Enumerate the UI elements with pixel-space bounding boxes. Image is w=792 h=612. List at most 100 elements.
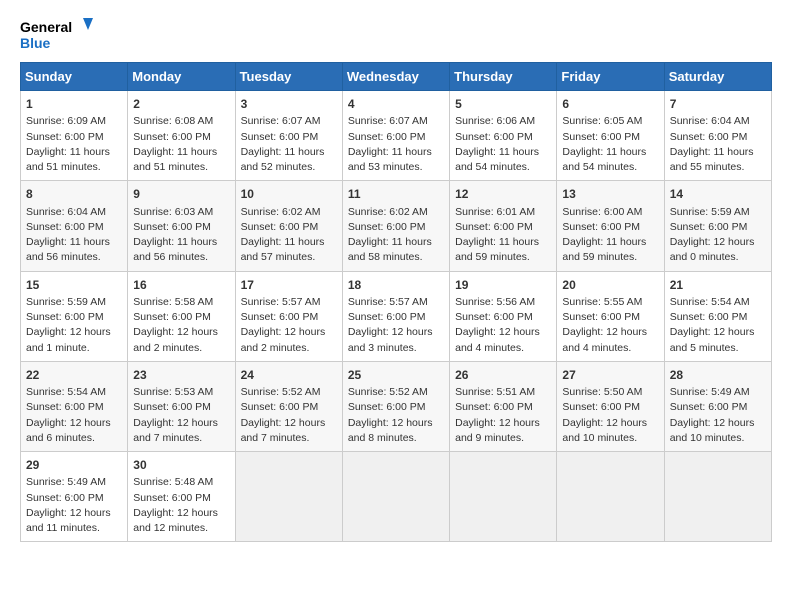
day-info-line: Daylight: 11 hours xyxy=(348,235,444,250)
day-number: 21 xyxy=(670,277,766,294)
day-info-line: Daylight: 12 hours xyxy=(670,235,766,250)
calendar-day-cell: 20Sunrise: 5:55 AMSunset: 6:00 PMDayligh… xyxy=(557,271,664,361)
day-info-line: and 51 minutes. xyxy=(26,160,122,175)
day-header-thursday: Thursday xyxy=(450,63,557,91)
day-info-line: Sunrise: 6:04 AM xyxy=(670,114,766,129)
day-info-line: and 5 minutes. xyxy=(670,341,766,356)
day-info-line: and 1 minute. xyxy=(26,341,122,356)
day-info-line: Sunrise: 5:49 AM xyxy=(26,475,122,490)
day-number: 15 xyxy=(26,277,122,294)
day-info-line: Sunrise: 6:03 AM xyxy=(133,205,229,220)
day-info-line: Sunset: 6:00 PM xyxy=(348,400,444,415)
day-number: 4 xyxy=(348,96,444,113)
day-info-line: Sunset: 6:00 PM xyxy=(670,130,766,145)
day-info-line: Daylight: 11 hours xyxy=(241,235,337,250)
day-number: 25 xyxy=(348,367,444,384)
calendar-day-cell: 28Sunrise: 5:49 AMSunset: 6:00 PMDayligh… xyxy=(664,361,771,451)
day-info-line: and 52 minutes. xyxy=(241,160,337,175)
calendar-day-cell xyxy=(557,452,664,542)
day-info-line: Sunrise: 5:51 AM xyxy=(455,385,551,400)
page: General Blue SundayMondayTuesdayWednesda… xyxy=(0,0,792,612)
day-info-line: Sunrise: 5:57 AM xyxy=(348,295,444,310)
day-info-line: and 10 minutes. xyxy=(562,431,658,446)
day-info-line: Sunset: 6:00 PM xyxy=(455,220,551,235)
day-info-line: Sunrise: 5:52 AM xyxy=(348,385,444,400)
day-info-line: Daylight: 12 hours xyxy=(455,325,551,340)
day-info-line: Sunset: 6:00 PM xyxy=(133,310,229,325)
day-info-line: Sunrise: 5:56 AM xyxy=(455,295,551,310)
day-info-line: and 55 minutes. xyxy=(670,160,766,175)
calendar-day-cell: 24Sunrise: 5:52 AMSunset: 6:00 PMDayligh… xyxy=(235,361,342,451)
calendar-day-cell xyxy=(342,452,449,542)
calendar-day-cell: 17Sunrise: 5:57 AMSunset: 6:00 PMDayligh… xyxy=(235,271,342,361)
calendar-day-cell xyxy=(664,452,771,542)
calendar-day-cell: 6Sunrise: 6:05 AMSunset: 6:00 PMDaylight… xyxy=(557,91,664,181)
day-number: 3 xyxy=(241,96,337,113)
day-info-line: Daylight: 12 hours xyxy=(26,506,122,521)
day-info-line: Sunset: 6:00 PM xyxy=(26,130,122,145)
logo: General Blue xyxy=(20,16,100,54)
day-info-line: and 59 minutes. xyxy=(455,250,551,265)
day-info-line: Sunrise: 6:07 AM xyxy=(241,114,337,129)
day-info-line: Sunrise: 5:59 AM xyxy=(26,295,122,310)
day-info-line: and 12 minutes. xyxy=(133,521,229,536)
day-number: 8 xyxy=(26,186,122,203)
day-info-line: Daylight: 12 hours xyxy=(26,416,122,431)
day-number: 28 xyxy=(670,367,766,384)
day-info-line: Sunset: 6:00 PM xyxy=(241,400,337,415)
day-info-line: Daylight: 11 hours xyxy=(562,145,658,160)
day-info-line: and 7 minutes. xyxy=(241,431,337,446)
day-info-line: Sunrise: 6:04 AM xyxy=(26,205,122,220)
calendar-day-cell: 14Sunrise: 5:59 AMSunset: 6:00 PMDayligh… xyxy=(664,181,771,271)
calendar-day-cell: 30Sunrise: 5:48 AMSunset: 6:00 PMDayligh… xyxy=(128,452,235,542)
day-header-wednesday: Wednesday xyxy=(342,63,449,91)
day-info-line: Sunset: 6:00 PM xyxy=(26,400,122,415)
day-info-line: Sunset: 6:00 PM xyxy=(26,310,122,325)
day-info-line: Sunset: 6:00 PM xyxy=(133,220,229,235)
calendar-day-cell: 29Sunrise: 5:49 AMSunset: 6:00 PMDayligh… xyxy=(21,452,128,542)
day-info-line: Sunrise: 6:09 AM xyxy=(26,114,122,129)
day-info-line: and 2 minutes. xyxy=(133,341,229,356)
calendar-day-cell: 19Sunrise: 5:56 AMSunset: 6:00 PMDayligh… xyxy=(450,271,557,361)
day-header-saturday: Saturday xyxy=(664,63,771,91)
day-info-line: and 3 minutes. xyxy=(348,341,444,356)
calendar-day-cell: 25Sunrise: 5:52 AMSunset: 6:00 PMDayligh… xyxy=(342,361,449,451)
day-info-line: Daylight: 12 hours xyxy=(241,325,337,340)
day-info-line: Sunrise: 6:06 AM xyxy=(455,114,551,129)
calendar-day-cell: 22Sunrise: 5:54 AMSunset: 6:00 PMDayligh… xyxy=(21,361,128,451)
day-info-line: Daylight: 12 hours xyxy=(670,416,766,431)
day-info-line: Daylight: 12 hours xyxy=(562,416,658,431)
day-number: 10 xyxy=(241,186,337,203)
day-number: 12 xyxy=(455,186,551,203)
day-number: 5 xyxy=(455,96,551,113)
day-number: 9 xyxy=(133,186,229,203)
calendar-day-cell: 11Sunrise: 6:02 AMSunset: 6:00 PMDayligh… xyxy=(342,181,449,271)
calendar-day-cell xyxy=(450,452,557,542)
day-number: 18 xyxy=(348,277,444,294)
calendar-day-cell: 3Sunrise: 6:07 AMSunset: 6:00 PMDaylight… xyxy=(235,91,342,181)
calendar-day-cell xyxy=(235,452,342,542)
day-info-line: and 59 minutes. xyxy=(562,250,658,265)
day-info-line: Daylight: 12 hours xyxy=(562,325,658,340)
calendar-day-cell: 7Sunrise: 6:04 AMSunset: 6:00 PMDaylight… xyxy=(664,91,771,181)
day-header-monday: Monday xyxy=(128,63,235,91)
day-info-line: Sunrise: 5:59 AM xyxy=(670,205,766,220)
day-info-line: Sunrise: 5:58 AM xyxy=(133,295,229,310)
day-info-line: Sunrise: 6:05 AM xyxy=(562,114,658,129)
day-info-line: Sunset: 6:00 PM xyxy=(348,220,444,235)
day-number: 7 xyxy=(670,96,766,113)
day-info-line: Sunset: 6:00 PM xyxy=(455,400,551,415)
day-info-line: Sunrise: 6:07 AM xyxy=(348,114,444,129)
day-info-line: and 7 minutes. xyxy=(133,431,229,446)
day-header-sunday: Sunday xyxy=(21,63,128,91)
day-info-line: and 10 minutes. xyxy=(670,431,766,446)
calendar-header-row: SundayMondayTuesdayWednesdayThursdayFrid… xyxy=(21,63,772,91)
calendar-week-row: 29Sunrise: 5:49 AMSunset: 6:00 PMDayligh… xyxy=(21,452,772,542)
day-info-line: Sunset: 6:00 PM xyxy=(455,310,551,325)
day-info-line: Sunrise: 5:53 AM xyxy=(133,385,229,400)
day-info-line: Sunrise: 6:01 AM xyxy=(455,205,551,220)
day-info-line: Sunrise: 5:52 AM xyxy=(241,385,337,400)
day-info-line: Sunrise: 6:02 AM xyxy=(348,205,444,220)
day-number: 23 xyxy=(133,367,229,384)
day-info-line: Daylight: 11 hours xyxy=(26,235,122,250)
